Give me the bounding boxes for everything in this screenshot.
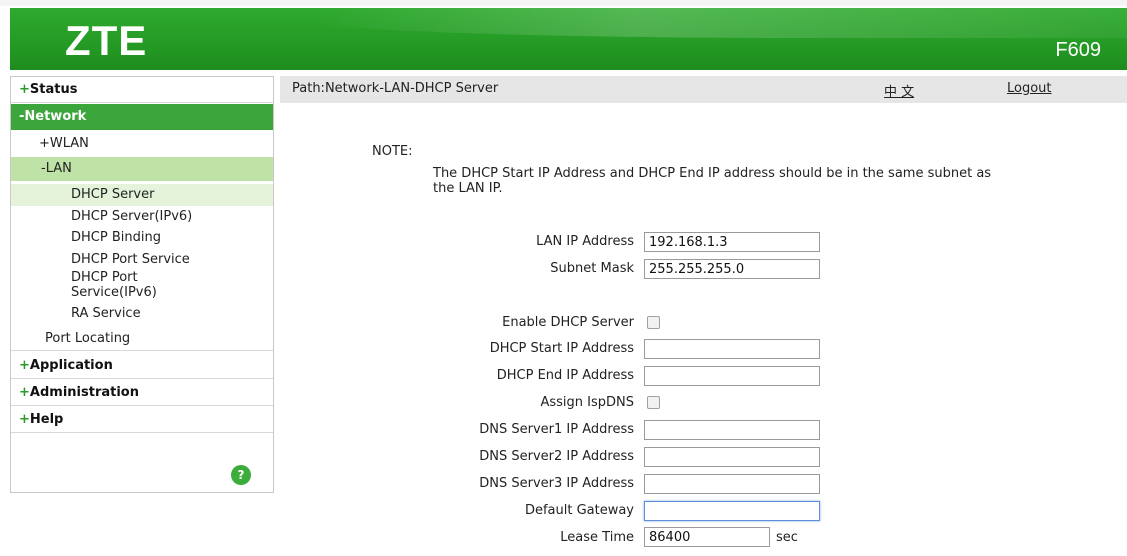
lan-ip-label: LAN IP Address (536, 234, 634, 249)
top-strip (0, 0, 1127, 6)
menu-administration[interactable]: +Administration (11, 380, 273, 406)
menu-dhcp-port-service[interactable]: DHCP Port Service (11, 252, 273, 267)
path-bar: Path:Network-LAN-DHCP Server 中 文 Logout (280, 76, 1127, 103)
dhcp-end-label: DHCP End IP Address (496, 368, 634, 383)
dns1-label: DNS Server1 IP Address (479, 422, 634, 437)
header-banner: ZTE F609 (10, 8, 1127, 70)
menu-port-locating[interactable]: Port Locating (11, 327, 273, 351)
sidebar-menu: +Status -Network +WLAN -LAN DHCP Server … (10, 76, 274, 493)
menu-help-label: Help (29, 412, 64, 427)
expand-plus-icon: + (19, 358, 30, 373)
note-title: NOTE: (372, 144, 413, 159)
menu-status[interactable]: +Status (11, 77, 273, 103)
logout-link[interactable]: Logout (1007, 81, 1052, 96)
menu-ra-service[interactable]: RA Service (11, 306, 273, 321)
default-gateway-label: Default Gateway (524, 503, 634, 518)
menu-dhcp-server[interactable]: DHCP Server (11, 184, 273, 206)
menu-help[interactable]: +Help (11, 407, 273, 433)
assign-isp-dns-label: Assign IspDNS (540, 395, 634, 410)
lease-time-unit: sec (776, 530, 798, 545)
enable-dhcp-checkbox[interactable] (647, 316, 660, 329)
dhcp-end-field[interactable] (644, 366, 820, 386)
dns2-field[interactable] (644, 447, 820, 467)
dhcp-start-field[interactable] (644, 339, 820, 359)
dns3-label: DNS Server3 IP Address (479, 476, 634, 491)
lease-time-label: Lease Time (560, 530, 634, 545)
banner-swoosh (310, 8, 1127, 38)
lan-ip-field[interactable] (644, 232, 820, 252)
subnet-mask-field[interactable] (644, 259, 820, 279)
subnet-mask-label: Subnet Mask (550, 261, 634, 276)
menu-dhcp-binding[interactable]: DHCP Binding (11, 230, 273, 245)
enable-dhcp-label: Enable DHCP Server (502, 315, 634, 330)
menu-application-label: Application (29, 358, 113, 373)
lease-time-field[interactable] (644, 527, 770, 547)
menu-status-label: Status (29, 82, 78, 97)
default-gateway-field[interactable] (644, 501, 820, 521)
note-text: The DHCP Start IP Address and DHCP End I… (433, 166, 992, 196)
model-name: F609 (1055, 39, 1101, 61)
expand-plus-icon: + (19, 385, 30, 400)
expand-plus-icon: + (19, 412, 30, 427)
breadcrumb: Path:Network-LAN-DHCP Server (292, 81, 499, 96)
language-switch-link[interactable]: 中 文 (884, 81, 914, 100)
menu-application[interactable]: +Application (11, 353, 273, 379)
menu-wlan[interactable]: +WLAN (11, 132, 273, 156)
assign-isp-dns-checkbox[interactable] (647, 396, 660, 409)
dns1-field[interactable] (644, 420, 820, 440)
dns2-label: DNS Server2 IP Address (479, 449, 634, 464)
dhcp-start-label: DHCP Start IP Address (489, 341, 634, 356)
menu-administration-label: Administration (29, 385, 139, 400)
help-icon[interactable]: ? (231, 465, 251, 485)
zte-logo: ZTE (65, 17, 148, 64)
menu-dhcp-server-ipv6[interactable]: DHCP Server(IPv6) (11, 209, 273, 224)
expand-plus-icon: + (19, 82, 30, 97)
menu-network[interactable]: -Network (11, 104, 273, 130)
dns3-field[interactable] (644, 474, 820, 494)
menu-lan[interactable]: -LAN (11, 157, 273, 181)
menu-dhcp-port-service-ipv6[interactable]: DHCP Port Service(IPv6) (11, 270, 171, 300)
